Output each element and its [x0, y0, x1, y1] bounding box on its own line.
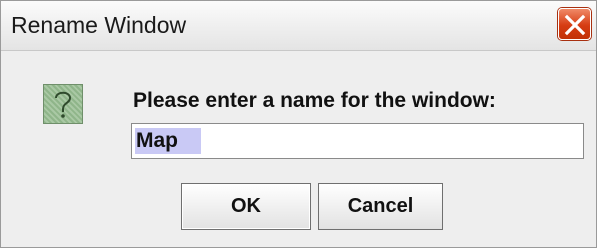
title-bar[interactable]: Rename Window [1, 1, 596, 51]
rename-window-dialog: Rename Window Please enter a name for th… [0, 0, 597, 248]
ok-button[interactable]: OK [181, 183, 311, 230]
close-button[interactable] [558, 8, 591, 40]
prompt-label: Please enter a name for the window: [133, 89, 496, 112]
cancel-button[interactable]: Cancel [318, 183, 443, 230]
window-title: Rename Window [11, 12, 187, 38]
window-name-value[interactable]: Map [136, 129, 178, 153]
close-icon [564, 14, 586, 36]
question-icon [43, 84, 83, 124]
